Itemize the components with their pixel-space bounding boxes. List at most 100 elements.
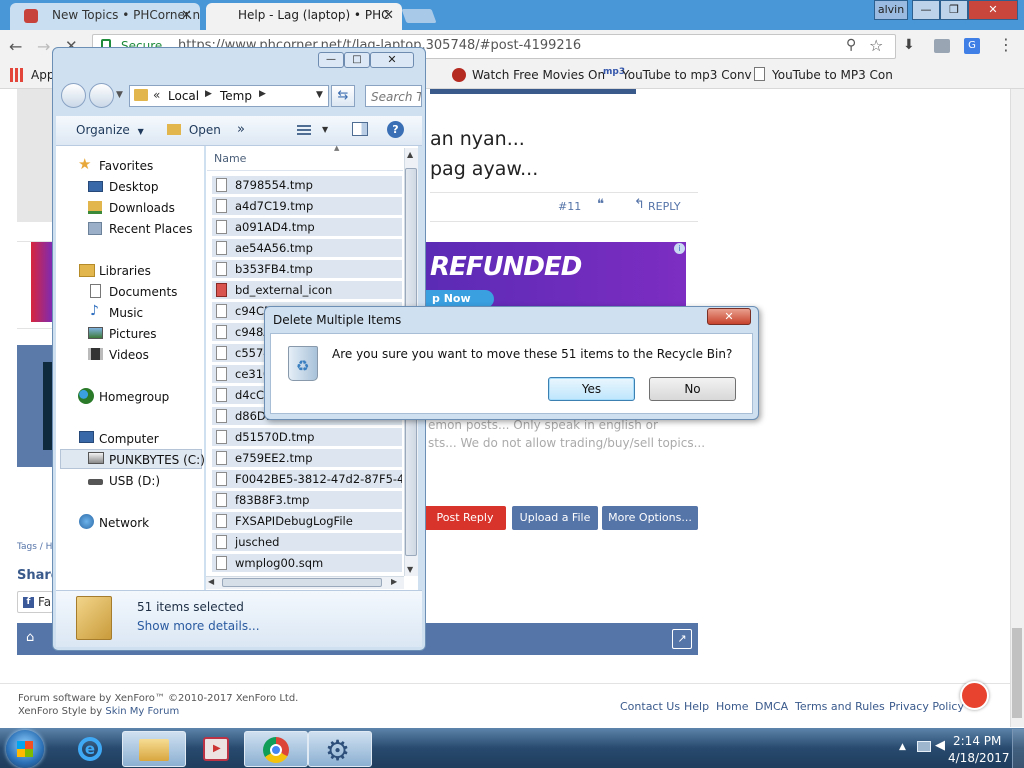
nav-computer[interactable]: Computer bbox=[99, 432, 159, 446]
scroll-up-icon[interactable]: ▲ bbox=[407, 150, 413, 159]
apps-icon[interactable] bbox=[10, 68, 24, 82]
organize-button[interactable]: Organize ▼ bbox=[76, 123, 144, 137]
scroll-down-icon[interactable]: ▼ bbox=[407, 565, 413, 574]
translate-icon[interactable]: G bbox=[964, 38, 980, 54]
address-dropdown-icon[interactable]: ▼ bbox=[316, 90, 323, 100]
home-icon[interactable]: ⌂ bbox=[26, 630, 34, 645]
nav-drive-d[interactable]: USB (D:) bbox=[109, 474, 160, 488]
footer-link-contact[interactable]: Contact Us bbox=[620, 700, 680, 713]
tab-new-topics[interactable]: New Topics • PHCorner.n ✕ bbox=[10, 3, 200, 30]
file-row[interactable]: ae54A56.tmp bbox=[212, 239, 402, 258]
zoom-icon[interactable]: ⚲ bbox=[846, 37, 856, 53]
bookmark-youtube-mp3[interactable]: YouTube to mp3 Conv bbox=[622, 68, 752, 82]
footer-link-dmca[interactable]: DMCA bbox=[755, 700, 788, 713]
page-scrollbar-thumb[interactable] bbox=[1012, 628, 1022, 718]
explorer-back-button[interactable] bbox=[61, 83, 86, 108]
explorer-maximize-button[interactable]: □ bbox=[344, 52, 370, 68]
file-row[interactable]: bd_external_icon bbox=[212, 281, 402, 300]
ad-banner-left[interactable] bbox=[31, 242, 53, 322]
scroll-right-icon[interactable]: ▶ bbox=[391, 577, 397, 586]
reply-icon[interactable]: ↰ bbox=[634, 197, 645, 212]
explorer-search-input[interactable]: Search Te bbox=[365, 85, 422, 107]
yes-button[interactable]: Yes bbox=[548, 377, 635, 401]
show-desktop-button[interactable] bbox=[1012, 729, 1024, 768]
nav-libraries[interactable]: Libraries bbox=[99, 264, 151, 278]
footer-link-help[interactable]: Help bbox=[684, 700, 709, 713]
jump-to-top-button[interactable]: ↗ bbox=[672, 629, 692, 649]
show-more-details-link[interactable]: Show more details... bbox=[137, 619, 260, 633]
scroll-left-icon[interactable]: ◀ bbox=[208, 577, 214, 586]
view-options-icon[interactable] bbox=[297, 124, 311, 135]
notification-bell-icon[interactable] bbox=[960, 681, 989, 710]
close-tab-icon[interactable]: ✕ bbox=[181, 3, 192, 28]
explorer-forward-button[interactable] bbox=[89, 83, 114, 108]
file-row[interactable]: a4d7C19.tmp bbox=[212, 197, 402, 216]
nav-favorites[interactable]: Favorites bbox=[99, 159, 153, 173]
explorer-minimize-button[interactable]: — bbox=[318, 52, 344, 68]
start-button[interactable] bbox=[6, 730, 44, 768]
footer-link-home[interactable]: Home bbox=[716, 700, 748, 713]
file-row[interactable]: f83B8F3.tmp bbox=[212, 491, 402, 510]
taskbar-chrome[interactable] bbox=[244, 731, 308, 767]
clock-date[interactable]: 4/18/2017 bbox=[948, 751, 1010, 765]
tags-link[interactable]: Tags / H bbox=[17, 542, 52, 552]
path-overflow-chevron[interactable]: « bbox=[153, 88, 160, 102]
close-tab-icon[interactable]: ✕ bbox=[383, 3, 394, 28]
no-button[interactable]: No bbox=[649, 377, 736, 401]
more-options-button[interactable]: More Options... bbox=[602, 506, 698, 530]
footer-link-terms[interactable]: Terms and Rules bbox=[795, 700, 885, 713]
open-button[interactable]: Open bbox=[167, 123, 221, 137]
forward-icon[interactable]: → bbox=[37, 37, 50, 56]
download-extension-icon[interactable]: ⬇ bbox=[903, 37, 915, 53]
nav-documents[interactable]: Documents bbox=[109, 285, 177, 299]
upload-file-button[interactable]: Upload a File bbox=[512, 506, 598, 530]
file-row[interactable]: b353FB4.tmp bbox=[212, 260, 402, 279]
recent-pages-dropdown-icon[interactable]: ▼ bbox=[116, 90, 123, 100]
file-row[interactable]: FXSAPIDebugLogFile bbox=[212, 512, 402, 531]
nav-network[interactable]: Network bbox=[99, 516, 149, 530]
refresh-button[interactable]: ⇆ bbox=[331, 85, 355, 107]
file-row[interactable]: wmplog00.sqm bbox=[212, 554, 402, 573]
taskbar-windows-explorer[interactable] bbox=[122, 731, 186, 767]
breadcrumb-separator-icon[interactable]: ▶ bbox=[259, 89, 266, 99]
post-reply-button[interactable]: Post Reply bbox=[424, 506, 506, 530]
skin-my-forum-link[interactable]: Skin My Forum bbox=[105, 706, 179, 717]
post-number[interactable]: #11 bbox=[558, 200, 581, 213]
menu-icon[interactable]: ⋮ bbox=[998, 35, 1014, 54]
view-dropdown-icon[interactable]: ▼ bbox=[322, 125, 328, 134]
explorer-close-button[interactable]: ✕ bbox=[370, 52, 414, 68]
taskbar-internet-explorer[interactable]: e bbox=[58, 731, 122, 767]
reply-link[interactable]: REPLY bbox=[648, 200, 681, 213]
user-profile-button[interactable]: alvin bbox=[874, 0, 908, 20]
tab-help-lag[interactable]: Help - Lag (laptop) • PHC ✕ bbox=[206, 3, 402, 30]
more-commands-button[interactable]: » bbox=[237, 122, 245, 137]
nav-music[interactable]: Music bbox=[109, 306, 143, 320]
star-icon[interactable]: ☆ bbox=[869, 36, 883, 55]
nav-downloads[interactable]: Downloads bbox=[109, 201, 175, 215]
new-tab-button[interactable] bbox=[401, 9, 437, 23]
bookmark-watch-free-movies[interactable]: Watch Free Movies On bbox=[472, 68, 605, 82]
file-row[interactable]: jusched bbox=[212, 533, 402, 552]
nav-homegroup[interactable]: Homegroup bbox=[99, 390, 169, 404]
show-hidden-icons-icon[interactable]: ▲ bbox=[899, 742, 906, 752]
file-row[interactable]: a091AD4.tmp bbox=[212, 218, 402, 237]
restore-button[interactable]: ❐ bbox=[940, 0, 968, 20]
facebook-share-button[interactable]: f Fa bbox=[17, 591, 53, 613]
close-window-button[interactable]: ✕ bbox=[968, 0, 1018, 20]
taskbar-media-player[interactable]: ▶ bbox=[186, 731, 250, 767]
file-row[interactable]: F0042BE5-3812-47d2-87F5-4F6E bbox=[212, 470, 402, 489]
horizontal-scroll-thumb[interactable] bbox=[222, 578, 382, 587]
breadcrumb-local[interactable]: Local bbox=[168, 89, 199, 103]
file-row[interactable]: 8798554.tmp bbox=[212, 176, 402, 195]
breadcrumb-temp[interactable]: Temp bbox=[220, 89, 252, 103]
minimize-button[interactable]: — bbox=[912, 0, 940, 20]
nav-pictures[interactable]: Pictures bbox=[109, 327, 157, 341]
ad-info-icon[interactable]: i bbox=[674, 243, 685, 254]
bookmark-youtube-mp3-con[interactable]: YouTube to MP3 Con bbox=[772, 68, 893, 82]
preview-pane-icon[interactable] bbox=[352, 122, 368, 136]
network-status-icon[interactable] bbox=[917, 741, 931, 752]
extension-icon[interactable] bbox=[934, 39, 950, 53]
help-icon[interactable]: ? bbox=[387, 121, 404, 138]
volume-icon[interactable]: ◀ bbox=[935, 738, 945, 753]
breadcrumb-separator-icon[interactable]: ▶ bbox=[205, 89, 212, 99]
